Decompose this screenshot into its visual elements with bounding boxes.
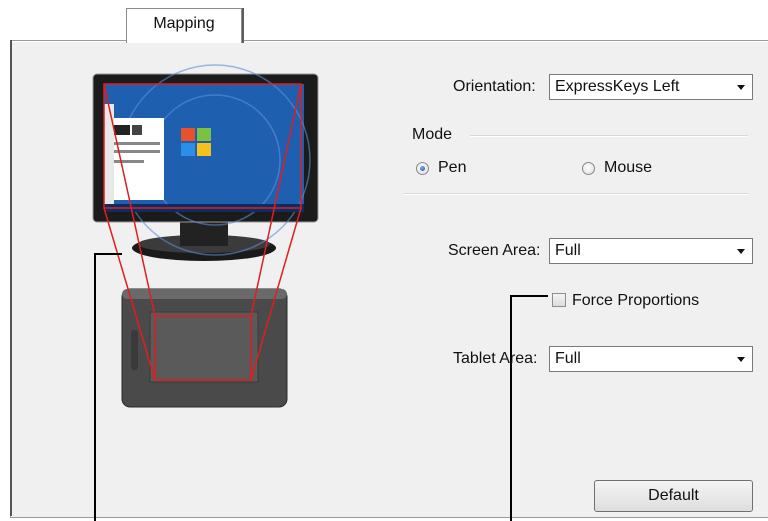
- radio-pen-label: Pen: [438, 159, 467, 176]
- screen-area-value: Full: [555, 242, 581, 259]
- orientation-label: Orientation:: [453, 78, 536, 95]
- callout-line-illustration: [94, 253, 96, 521]
- tablet-area-select[interactable]: Full: [549, 346, 753, 372]
- radio-pen[interactable]: [416, 162, 429, 175]
- tablet-area-value: Full: [555, 350, 581, 367]
- mode-label: Mode: [412, 126, 453, 143]
- radio-mouse[interactable]: [582, 162, 595, 175]
- mode-separator-bottom: [404, 193, 748, 195]
- mode-separator-top: [470, 135, 748, 137]
- callout-tick-illustration: [94, 253, 122, 255]
- tab-mapping[interactable]: Mapping: [126, 8, 242, 43]
- chevron-down-icon: [737, 357, 745, 362]
- force-proportions-checkbox[interactable]: [552, 293, 566, 307]
- screen-area-select[interactable]: Full: [549, 238, 753, 264]
- chevron-down-icon: [737, 249, 745, 254]
- chevron-down-icon: [737, 85, 745, 90]
- callout-line-force-proportions: [510, 295, 512, 521]
- force-proportions-label: Force Proportions: [572, 292, 700, 309]
- callout-tick-force-proportions: [510, 295, 548, 297]
- tablet-icon: [121, 288, 288, 408]
- orientation-select[interactable]: ExpressKeys Left: [549, 74, 753, 100]
- radio-mouse-label: Mouse: [604, 159, 653, 176]
- tablet-area-label: Tablet Area:: [453, 350, 538, 367]
- default-button-label: Default: [648, 487, 699, 504]
- orientation-value: ExpressKeys Left: [555, 78, 680, 95]
- screen-area-label: Screen Area:: [448, 242, 541, 259]
- default-button[interactable]: Default: [594, 480, 753, 512]
- tab-mapping-label: Mapping: [153, 15, 215, 32]
